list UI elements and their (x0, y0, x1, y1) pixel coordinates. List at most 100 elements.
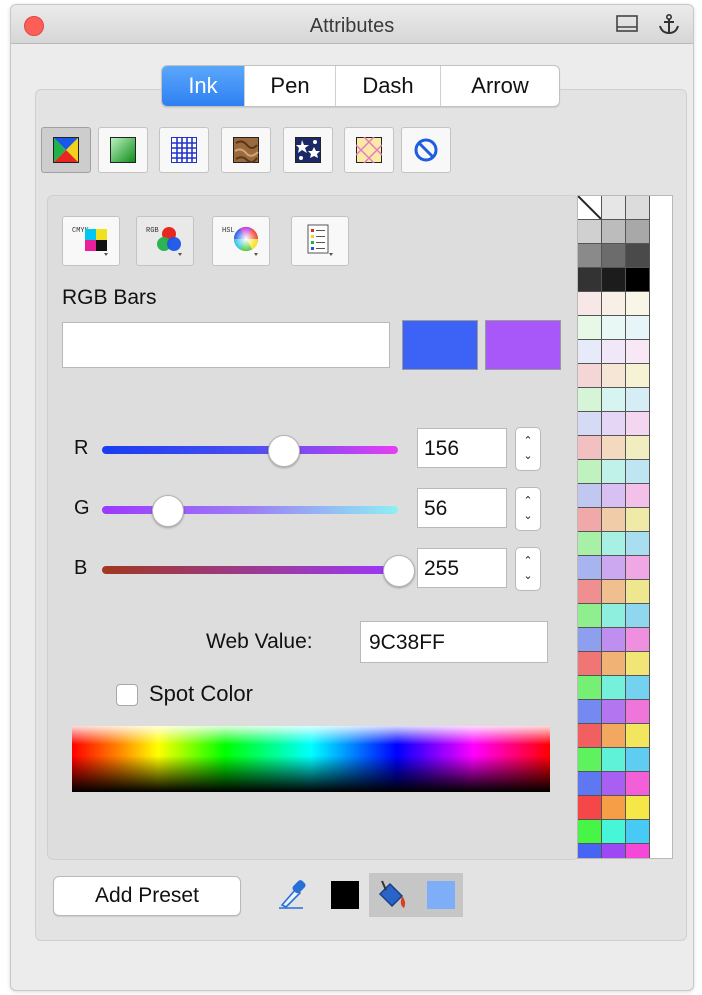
palette-swatch[interactable] (602, 364, 626, 388)
tab-arrow[interactable]: Arrow (441, 66, 559, 106)
palette-swatch[interactable] (578, 268, 602, 292)
current-color-swatch[interactable] (485, 320, 561, 370)
palette-swatch[interactable] (578, 388, 602, 412)
palette-swatch[interactable] (626, 364, 650, 388)
palette-swatch[interactable] (602, 724, 626, 748)
palette-swatch[interactable] (602, 652, 626, 676)
r-value-field[interactable]: 156 (417, 428, 507, 468)
palette-swatch[interactable] (602, 196, 626, 220)
web-value-field[interactable]: 9C38FF (360, 621, 548, 663)
palette-swatch[interactable] (578, 292, 602, 316)
gradient-fill-button[interactable] (98, 127, 148, 173)
eyedropper-icon[interactable] (277, 875, 307, 909)
paint-bucket-icon[interactable] (374, 878, 410, 912)
pattern-fill-button[interactable] (159, 127, 209, 173)
palette-swatch[interactable] (602, 532, 626, 556)
palette-swatch[interactable] (626, 460, 650, 484)
palette-swatch[interactable] (578, 556, 602, 580)
palette-swatch[interactable] (602, 412, 626, 436)
palette-swatch[interactable] (626, 412, 650, 436)
b-stepper[interactable]: ⌃ ⌄ (515, 547, 541, 591)
palette-swatch[interactable] (578, 772, 602, 796)
g-slider-knob[interactable] (152, 495, 185, 527)
image-fill-button[interactable] (283, 127, 333, 173)
palette-swatch[interactable] (602, 820, 626, 844)
anchor-icon[interactable] (657, 13, 681, 35)
palette-swatch[interactable] (602, 700, 626, 724)
palette-swatch[interactable] (578, 316, 602, 340)
palette-swatch[interactable] (602, 460, 626, 484)
color-palette[interactable] (577, 195, 673, 859)
palette-swatch[interactable] (626, 196, 650, 220)
palette-swatch[interactable] (626, 268, 650, 292)
palette-swatch[interactable] (578, 412, 602, 436)
palette-swatch[interactable] (578, 460, 602, 484)
palette-list-button[interactable] (291, 216, 349, 266)
rgb-mode-button[interactable]: RGB (136, 216, 194, 266)
b-value-field[interactable]: 255 (417, 548, 507, 588)
palette-swatch[interactable] (626, 244, 650, 268)
palette-swatch[interactable] (602, 508, 626, 532)
palette-swatch[interactable] (626, 532, 650, 556)
palette-swatch[interactable] (602, 388, 626, 412)
tab-dash[interactable]: Dash (336, 66, 441, 106)
palette-swatch[interactable] (626, 388, 650, 412)
palette-swatch[interactable] (578, 436, 602, 460)
color-fill-button[interactable] (41, 127, 91, 173)
palette-swatch[interactable] (626, 676, 650, 700)
stroke-color-well[interactable] (331, 881, 359, 909)
palette-swatch[interactable] (626, 748, 650, 772)
palette-swatch[interactable] (626, 436, 650, 460)
color-name-field[interactable] (62, 322, 390, 368)
palette-swatch[interactable] (578, 220, 602, 244)
palette-swatch[interactable] (578, 484, 602, 508)
palette-swatch[interactable] (626, 316, 650, 340)
palette-swatch[interactable] (626, 220, 650, 244)
palette-swatch[interactable] (602, 268, 626, 292)
palette-swatch[interactable] (578, 820, 602, 844)
r-stepper[interactable]: ⌃ ⌄ (515, 427, 541, 471)
texture-fill-button[interactable] (221, 127, 271, 173)
palette-swatch[interactable] (602, 580, 626, 604)
tab-pen[interactable]: Pen (245, 66, 336, 106)
palette-swatch[interactable] (602, 316, 626, 340)
palette-swatch[interactable] (626, 556, 650, 580)
tab-ink[interactable]: Ink (162, 66, 245, 106)
color-spectrum[interactable] (72, 726, 550, 792)
palette-swatch[interactable] (602, 556, 626, 580)
palette-swatch[interactable] (578, 508, 602, 532)
palette-swatch[interactable] (626, 796, 650, 820)
g-slider-track[interactable] (102, 506, 398, 514)
palette-swatch[interactable] (578, 676, 602, 700)
cmyk-mode-button[interactable]: CMYK (62, 216, 120, 266)
palette-swatch[interactable] (602, 796, 626, 820)
palette-swatch[interactable] (626, 724, 650, 748)
palette-swatch[interactable] (626, 340, 650, 364)
b-slider-track[interactable] (102, 566, 398, 574)
palette-swatch[interactable] (626, 484, 650, 508)
palette-swatch[interactable] (602, 484, 626, 508)
fill-color-well[interactable] (427, 881, 455, 909)
no-fill-button[interactable] (401, 127, 451, 173)
sidebar-icon[interactable] (615, 13, 639, 35)
palette-swatch[interactable] (626, 844, 650, 858)
palette-swatch[interactable] (578, 244, 602, 268)
palette-swatch[interactable] (578, 604, 602, 628)
palette-swatch[interactable] (602, 244, 626, 268)
palette-swatch[interactable] (578, 628, 602, 652)
palette-swatch[interactable] (626, 772, 650, 796)
r-slider-knob[interactable] (268, 435, 301, 467)
palette-swatch[interactable] (626, 628, 650, 652)
palette-swatch[interactable] (626, 508, 650, 532)
palette-swatch[interactable] (626, 604, 650, 628)
palette-swatch[interactable] (602, 748, 626, 772)
palette-swatch[interactable] (578, 844, 602, 858)
palette-swatch[interactable] (602, 292, 626, 316)
palette-swatch[interactable] (626, 580, 650, 604)
hsl-mode-button[interactable]: HSL (212, 216, 270, 266)
palette-swatch[interactable] (626, 700, 650, 724)
b-slider-knob[interactable] (383, 555, 415, 587)
palette-grid[interactable] (578, 196, 650, 858)
spot-color-checkbox[interactable] (116, 684, 138, 706)
palette-swatch[interactable] (602, 604, 626, 628)
